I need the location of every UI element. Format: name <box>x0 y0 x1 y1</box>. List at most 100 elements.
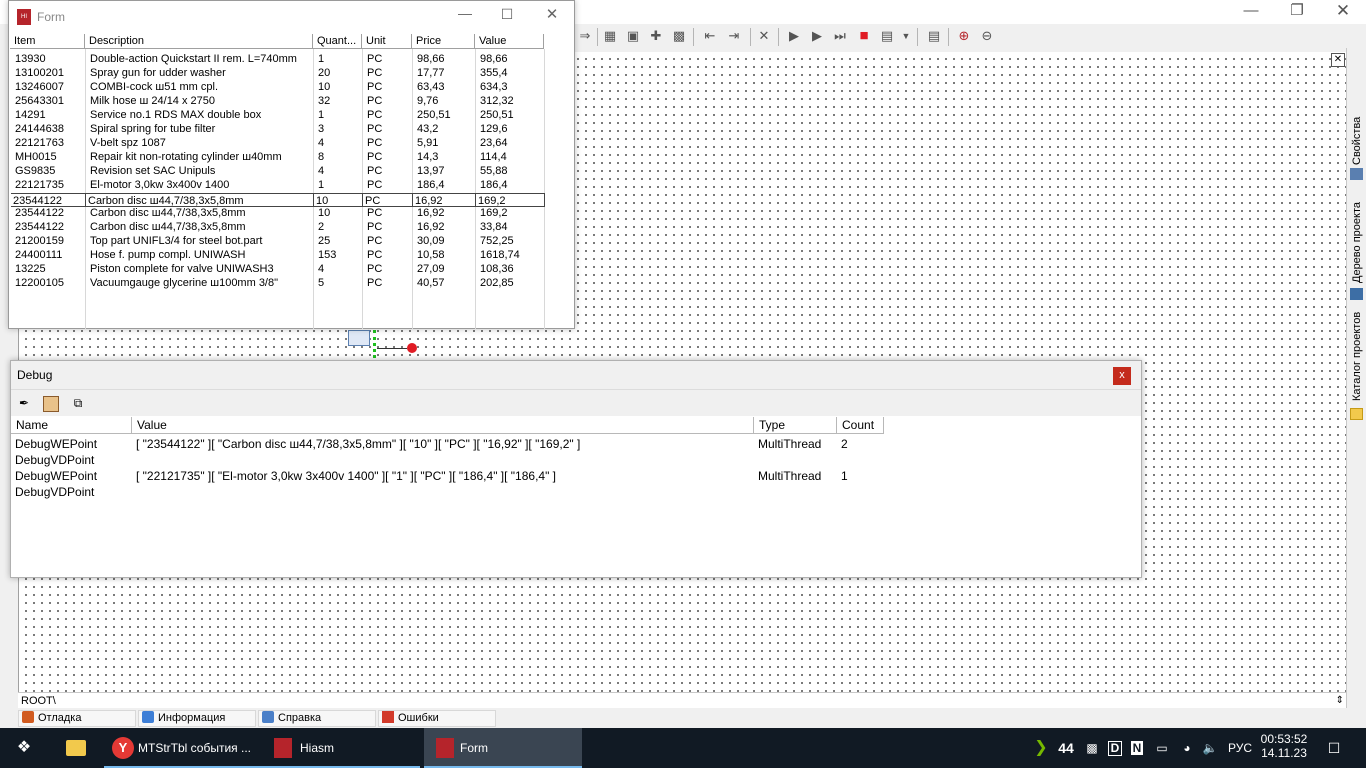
component-point[interactable] <box>407 343 417 353</box>
tab-errors-label: Ошибки <box>398 712 439 724</box>
debug-row[interactable]: DebugWEPoint [ "22121735" ][ "El-motor 3,… <box>11 468 1131 484</box>
form-maximize-button[interactable]: ☐ <box>497 6 517 23</box>
copy-icon[interactable]: ⧉ <box>71 396 85 410</box>
canvas-close-icon[interactable]: ✕ <box>1331 53 1345 67</box>
debug-row[interactable]: DebugWEPoint [ "23544122" ][ "Carbon disc… <box>11 436 1131 452</box>
tree-icon <box>1350 288 1363 300</box>
table-row[interactable]: 24400111 Hose f. pump compl. UNIWASH 153 PC… <box>10 248 550 262</box>
zoom-in-icon[interactable]: ⊕ <box>955 27 973 45</box>
table-row[interactable]: 13225 Piston complete for valve UNIWASH3 4… <box>10 262 550 276</box>
tab-project-tree[interactable]: Дерево проекта <box>1349 198 1365 288</box>
column-header[interactable]: Item <box>10 34 85 49</box>
keyboard-icon[interactable]: ▩ <box>1082 728 1102 768</box>
table-row[interactable]: 12200105 Vacuumgauge glycerine ш100mm 3/8… <box>10 276 550 290</box>
debug-column-header[interactable]: Value <box>132 417 754 434</box>
table-row[interactable]: 22121763 V-belt spz 1087 4 PC 5,91 23,64 <box>10 136 550 150</box>
tab-info[interactable]: Информация <box>138 710 256 727</box>
table-row[interactable]: MH0015 Repair kit non-rotating cylinder ш… <box>10 150 550 164</box>
wifi-icon[interactable]: ◕ <box>1176 728 1198 768</box>
debug-row[interactable]: DebugVDPoint <box>11 484 1131 500</box>
d-icon[interactable]: D <box>1106 728 1124 768</box>
clock[interactable]: 00:53:52 14.11.23 <box>1258 728 1310 768</box>
table-row[interactable]: 13100201 Spray gun for udder washer 20 PC 17… <box>10 66 550 80</box>
help-icon <box>262 711 274 723</box>
debug-toolbar: ✒ ⧉ <box>11 390 1141 416</box>
battery-icon[interactable]: ▭ <box>1152 728 1172 768</box>
chevron-down-icon[interactable]: ▼ <box>897 27 915 45</box>
table-cell: 129,6 <box>480 123 508 135</box>
align-grid-icon[interactable]: ▦ <box>601 27 619 45</box>
align-center-icon[interactable]: ✚ <box>647 27 665 45</box>
debug-column-header[interactable]: Type <box>754 417 837 434</box>
debug-row[interactable]: DebugVDPoint <box>11 452 1131 468</box>
column-header[interactable]: Quant... <box>313 34 362 49</box>
debug-column-header[interactable]: Name <box>11 417 132 434</box>
tab-debug[interactable]: Отладка <box>18 710 136 727</box>
table-row[interactable]: 23544122 Carbon disc ш44,7/38,3x5,8mm 10 PC… <box>10 206 550 220</box>
table-row[interactable]: 13930 Double-action Quickstart II rem. L=… <box>10 52 550 66</box>
taskbar-app-form[interactable]: Form <box>424 728 582 768</box>
n-icon[interactable]: N <box>1128 728 1146 768</box>
table-row[interactable]: 14291 Service no.1 RDS MAX double box 1 PC 2… <box>10 108 550 122</box>
stop-icon[interactable]: ■ <box>855 27 873 45</box>
table-cell: 5 <box>318 277 325 289</box>
table-cell: El-motor 3,0kw 3x400v 1400 <box>90 179 230 191</box>
column-header[interactable]: Description <box>85 34 313 49</box>
component-table-icon[interactable] <box>348 330 370 346</box>
debug-close-button[interactable]: x <box>1113 367 1131 385</box>
taskbar-explorer[interactable] <box>58 728 94 768</box>
form-window: HI Form — ☐ ✕ Item Description Quant... Uni… <box>8 0 575 329</box>
table-row[interactable]: 22121735 El-motor 3,0kw 3x400v 1400 1 PC 186… <box>10 178 550 192</box>
table-row[interactable]: 21200159 Top part UNIFL3/4 for steel bot.… <box>10 234 550 248</box>
step-icon[interactable]: ⏭ <box>831 27 849 45</box>
table-row[interactable]: 23544122 Carbon disc ш44,7/38,3x5,8mm 2 PC 1… <box>10 220 550 234</box>
tray-count[interactable]: 44 <box>1054 728 1078 768</box>
table-cell: 4 <box>318 137 325 149</box>
notifications-icon[interactable]: ☐ <box>1320 728 1348 768</box>
table-cell: 13930 <box>15 53 46 65</box>
build-icon[interactable]: ▤ <box>878 27 896 45</box>
delete-x-icon[interactable]: ✕ <box>755 27 773 45</box>
debug-icon <box>22 711 34 723</box>
arrow-in-icon[interactable]: ⇥ <box>725 27 743 45</box>
settings-icon[interactable]: ▤ <box>925 27 943 45</box>
tab-errors[interactable]: Ошибки <box>378 710 496 727</box>
table-cell: 32 <box>318 95 331 107</box>
zoom-out-icon[interactable]: ⊖ <box>978 27 996 45</box>
run-icon[interactable]: ▶ <box>785 27 803 45</box>
form-minimize-button[interactable]: — <box>455 5 475 21</box>
arrow-out-icon[interactable]: ⇤ <box>701 27 719 45</box>
tab-help[interactable]: Справка <box>258 710 376 727</box>
scroll-arrows-icon[interactable]: ⇕ <box>1336 693 1344 709</box>
table-row[interactable]: 13246007 COMBI-cock ш51 mm cpl. 10 PC 63,43 6… <box>10 80 550 94</box>
minimize-button[interactable]: — <box>1228 0 1274 24</box>
volume-icon[interactable]: 🔈 <box>1200 728 1220 768</box>
nvidia-icon[interactable]: ❯ <box>1030 728 1052 768</box>
taskbar-app-browser[interactable]: Y MTStrTbl события ... <box>104 728 264 768</box>
maximize-button[interactable]: ❐ <box>1274 0 1320 24</box>
taskbar-app-hiasm[interactable]: Hiasm <box>264 728 420 768</box>
debug-column-header[interactable]: Count <box>837 417 884 434</box>
language-indicator[interactable]: РУС <box>1224 728 1256 768</box>
table-row[interactable]: 25643301 Milk hose ш 24/14 x 2750 32 PC 9,76… <box>10 94 550 108</box>
table-row[interactable]: 24144638 Spiral spring for tube filter 3 PC… <box>10 122 550 136</box>
table-row[interactable]: GS9835 Revision set SAC Unipuls 4 PC 13,97 55… <box>10 164 550 178</box>
arrow-right-icon[interactable]: ⇒ <box>576 27 594 45</box>
run-debug-icon[interactable]: ▶ <box>808 27 826 45</box>
column-header[interactable]: Unit <box>362 34 412 49</box>
tab-properties[interactable]: Свойства <box>1349 110 1365 172</box>
hiasm-icon <box>274 738 292 758</box>
align-stretch-icon[interactable]: ▣ <box>624 27 642 45</box>
tab-project-catalog[interactable]: Каталог проектов <box>1349 310 1365 402</box>
align-box-icon[interactable]: ▩ <box>670 27 688 45</box>
form-close-button[interactable]: ✕ <box>542 5 562 23</box>
column-header[interactable]: Price <box>412 34 475 49</box>
clear-icon[interactable] <box>43 396 59 412</box>
wand-icon[interactable]: ✒ <box>17 396 31 410</box>
close-button[interactable]: ✕ <box>1320 0 1366 24</box>
column-header[interactable]: Value <box>475 34 544 49</box>
tab-info-label: Информация <box>158 712 226 724</box>
table-row[interactable]: 23544122 Carbon disc ш44,7/38,3x5,8mm 10 PC… <box>10 193 550 207</box>
table-cell: 1 <box>318 53 325 65</box>
start-button[interactable]: ❖ <box>0 728 48 768</box>
